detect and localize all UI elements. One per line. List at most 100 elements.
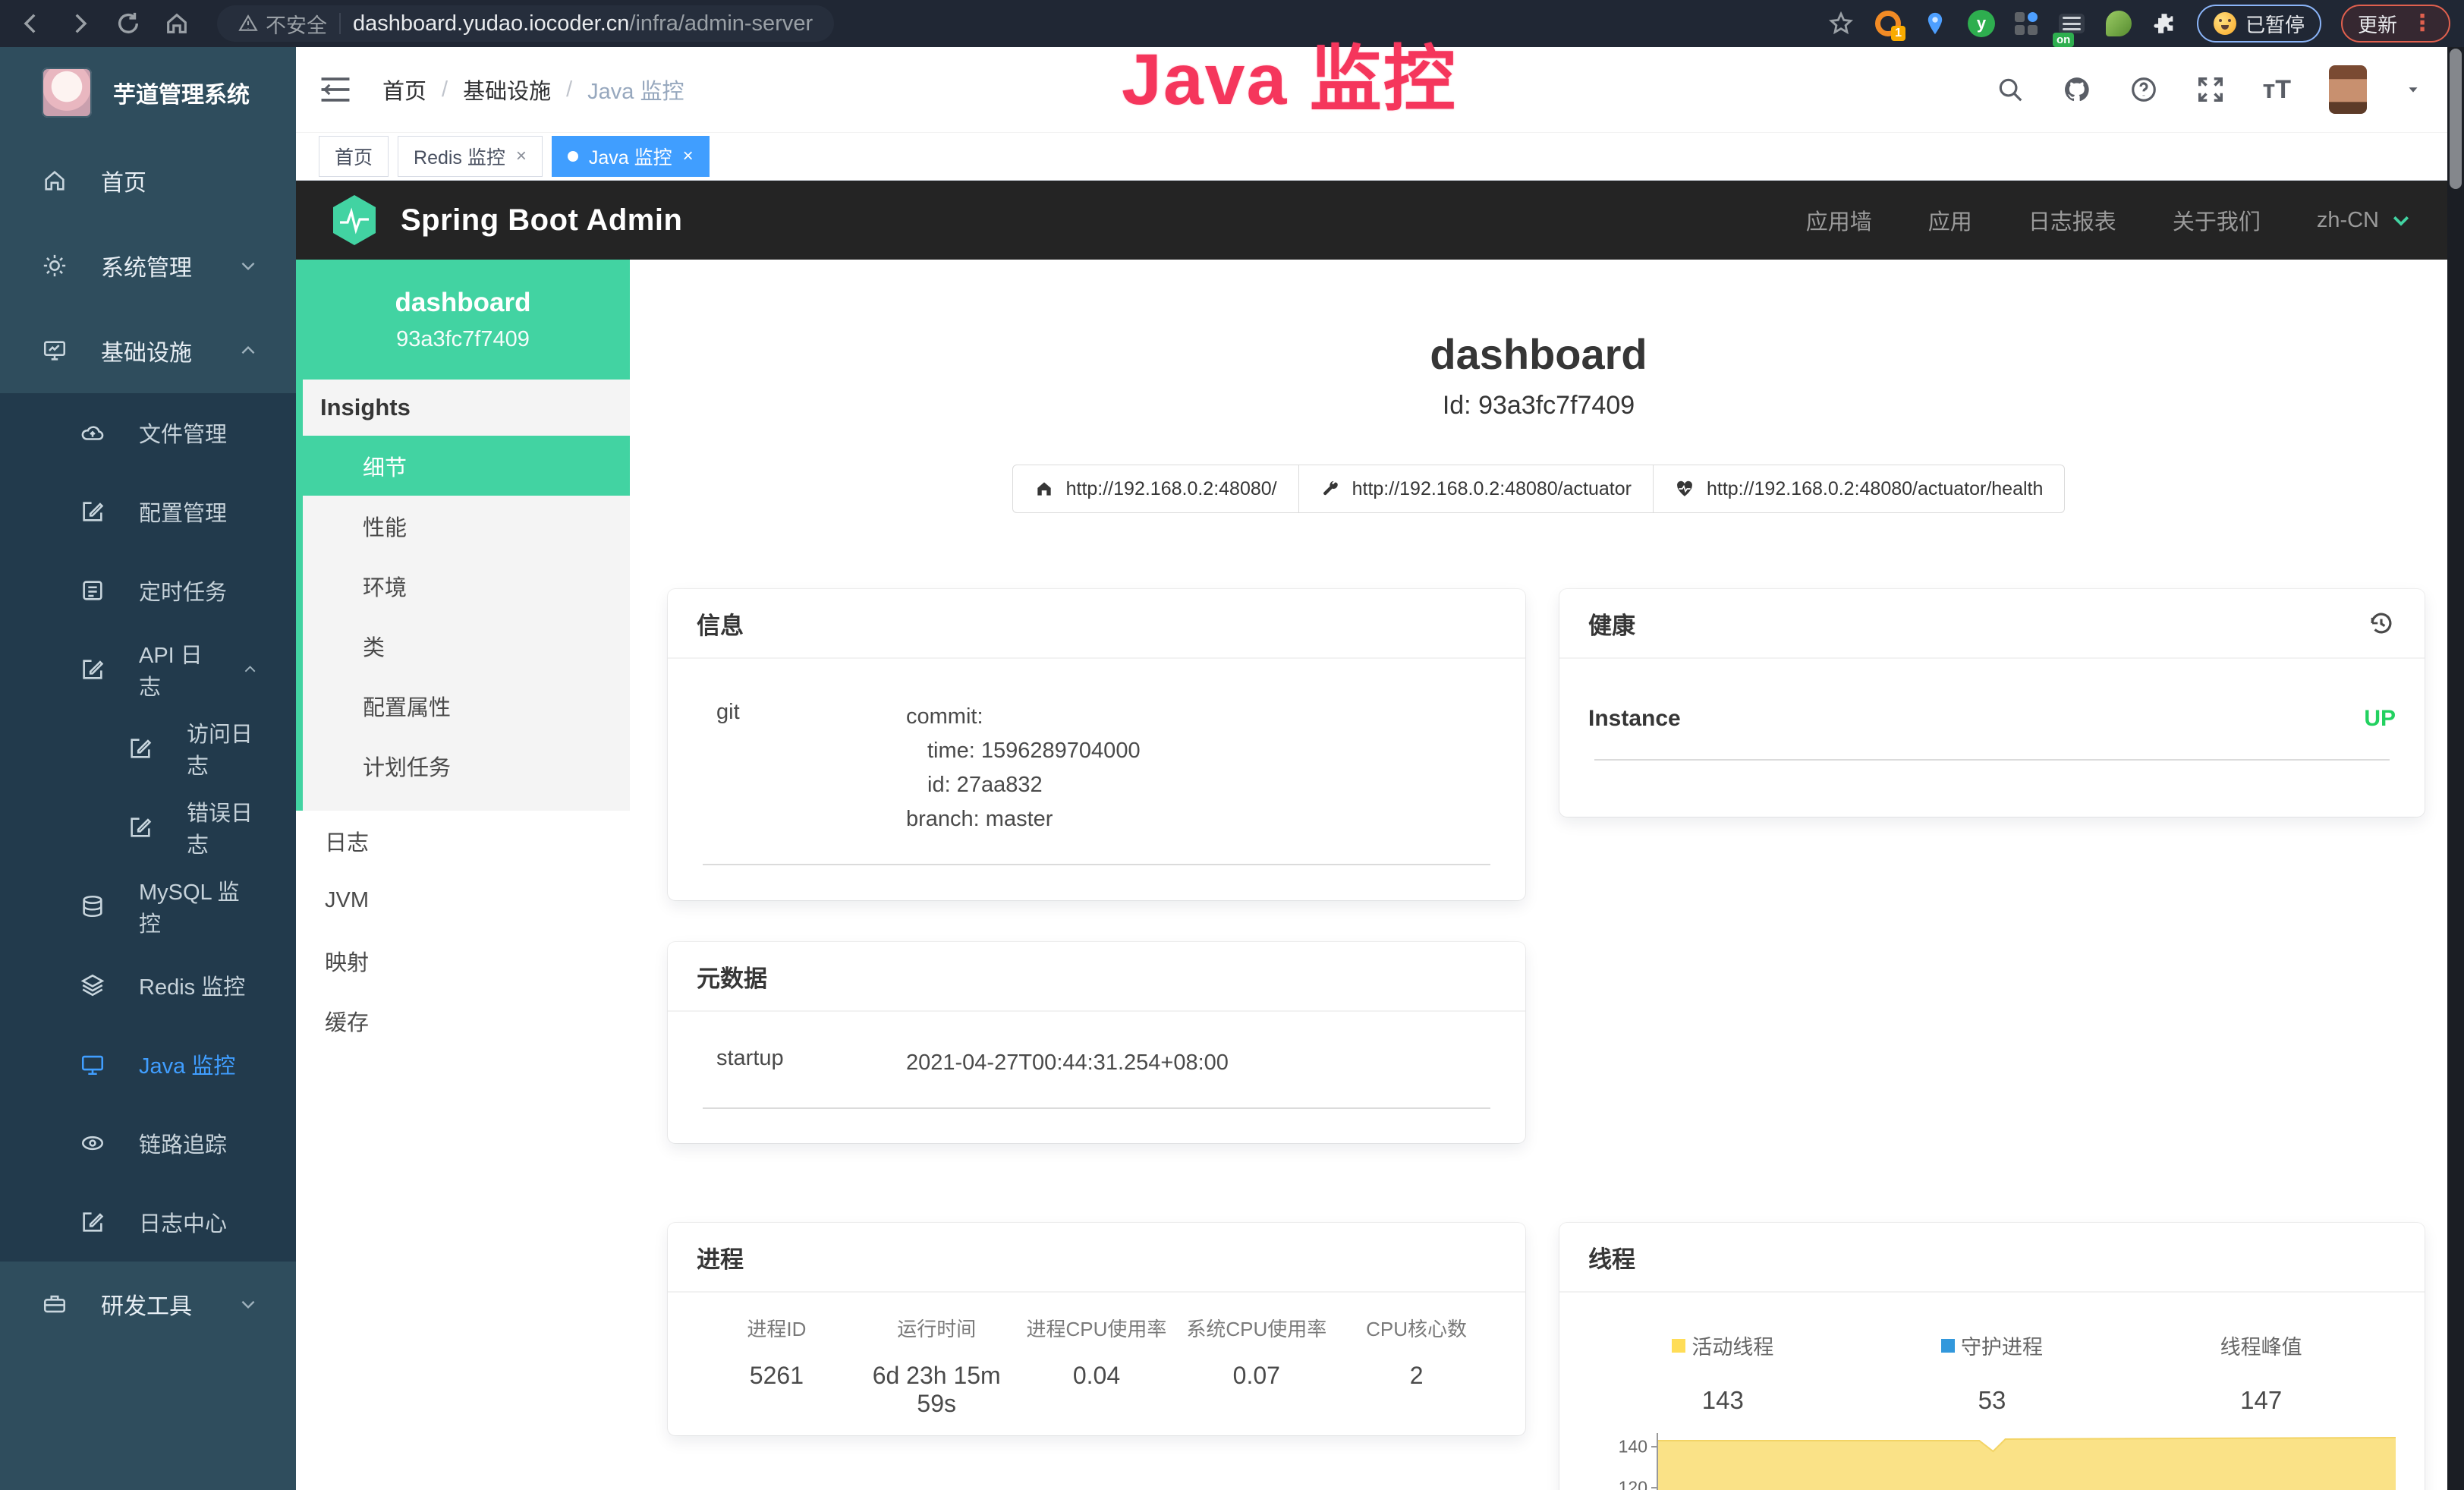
sba-nav-applications[interactable]: 应用 <box>1928 204 1972 236</box>
fullscreen-icon[interactable] <box>2196 75 2225 104</box>
sba-logo-icon[interactable] <box>331 194 378 247</box>
back-icon[interactable] <box>18 11 44 36</box>
edit-square-icon <box>80 657 105 682</box>
chart-y-axis: 140 120 100 <box>1588 1429 1658 1490</box>
font-size-icon[interactable]: тT <box>2263 75 2291 105</box>
actuator-url-link[interactable]: http://192.168.0.2:48080/actuator <box>1299 465 1654 513</box>
paused-badge[interactable]: 已暂停 <box>2197 5 2321 43</box>
sba-menu-scheduled[interactable]: 计划任务 <box>296 736 630 795</box>
breadcrumb-home[interactable]: 首页 <box>382 74 426 106</box>
sidebar-submenu: 文件管理 配置管理 定时任务 API 日志 访问日志 错误日志 <box>0 393 296 1262</box>
health-url-link[interactable]: http://192.168.0.2:48080/actuator/health <box>1654 465 2065 513</box>
sidebar-item-infra[interactable]: 基础设施 <box>0 308 296 393</box>
card-title: 线程 <box>1588 1240 1635 1274</box>
browser-extension-icon[interactable]: on <box>2057 9 2086 38</box>
browser-nav <box>0 11 190 36</box>
sba-menu-environment[interactable]: 环境 <box>296 556 630 616</box>
process-table-values: 5261 6d 23h 15m 59s 0.04 0.07 2 <box>697 1342 1496 1418</box>
sidebar-item-config[interactable]: 配置管理 <box>0 472 296 551</box>
daemon-threads-label: 守护进程 <box>1961 1331 2043 1360</box>
home-icon <box>1034 479 1054 499</box>
process-uptime: 6d 23h 15m 59s <box>857 1362 1017 1418</box>
sidebar-item-access-log[interactable]: 访问日志 <box>0 709 296 788</box>
sidebar-item-trace[interactable]: 链路追踪 <box>0 1104 296 1183</box>
sba-menu-metrics[interactable]: 性能 <box>296 496 630 556</box>
sba-nav-wallboard[interactable]: 应用墙 <box>1806 204 1872 236</box>
browser-extension-icon[interactable]: 1 <box>1874 9 1902 38</box>
home-icon[interactable] <box>164 11 190 36</box>
app-logo <box>42 68 92 118</box>
daemon-threads-value: 53 <box>1858 1386 2127 1415</box>
reload-icon[interactable] <box>115 11 141 36</box>
monitor-icon <box>42 338 68 364</box>
security-label: 不安全 <box>266 9 327 39</box>
tab-java[interactable]: Java 监控× <box>552 136 710 177</box>
sidebar-item-home[interactable]: 首页 <box>0 138 296 223</box>
url-text: dashboard.yudao.iocoder.cn/infra/admin-s… <box>353 11 813 36</box>
address-bar[interactable]: 不安全 dashboard.yudao.iocoder.cn/infra/adm… <box>217 5 834 42</box>
browser-menu-icon[interactable]: ⋮ <box>2411 12 2434 35</box>
chart-area <box>1658 1429 2396 1490</box>
sba-nav-journal[interactable]: 日志报表 <box>2028 204 2116 236</box>
legend-swatch-yellow <box>1672 1339 1685 1353</box>
emoji-face-icon <box>2214 12 2236 35</box>
sidebar-item-mysql[interactable]: MySQL 监控 <box>0 867 296 946</box>
sba-nav-about[interactable]: 关于我们 <box>2173 204 2261 236</box>
browser-extension-icon[interactable]: y <box>1968 10 1995 37</box>
breadcrumb-separator: / <box>442 77 448 102</box>
browser-extension-icon[interactable] <box>2106 11 2132 36</box>
tab-redis[interactable]: Redis 监控× <box>398 136 543 177</box>
home-icon <box>42 168 68 194</box>
gear-icon <box>42 253 68 279</box>
cards-grid: 信息 git commit: time: 1596289704000 id: 2… <box>630 513 2447 1490</box>
sidebar-item-file[interactable]: 文件管理 <box>0 393 296 472</box>
sba-brand[interactable]: Spring Boot Admin <box>401 203 682 238</box>
sba-menu-classes[interactable]: 类 <box>296 616 630 676</box>
history-icon[interactable] <box>2367 609 2396 638</box>
sidebar-item-dev-tools[interactable]: 研发工具 <box>0 1262 296 1347</box>
layers-icon <box>80 972 105 998</box>
breadcrumb-infra[interactable]: 基础设施 <box>463 74 551 106</box>
collapse-menu-icon[interactable] <box>320 77 351 102</box>
sidebar-item-api-log[interactable]: API 日志 <box>0 630 296 709</box>
sba-menu-jvm[interactable]: JVM <box>296 871 630 931</box>
sba-menu-caches[interactable]: 缓存 <box>296 991 630 1051</box>
edit-square-icon <box>80 499 105 524</box>
bookmark-star-icon[interactable] <box>1828 11 1854 36</box>
search-icon[interactable] <box>1996 75 2025 104</box>
sba-menu-mappings[interactable]: 映射 <box>296 931 630 991</box>
card-title: 健康 <box>1588 606 1635 641</box>
threads-chart: 140 120 100 <box>1588 1429 2396 1490</box>
scrollbar-thumb[interactable] <box>2450 49 2462 189</box>
service-url-link[interactable]: http://192.168.0.2:48080/ <box>1012 465 1299 513</box>
forward-icon[interactable] <box>67 11 93 36</box>
sba-menu-details[interactable]: 细节 <box>296 436 630 496</box>
active-threads-label: 活动线程 <box>1691 1331 1773 1360</box>
close-icon[interactable]: × <box>516 147 527 165</box>
sidebar-item-error-log[interactable]: 错误日志 <box>0 788 296 867</box>
sba-main: dashboard Id: 93a3fc7f7409 http://192.16… <box>630 260 2447 1490</box>
sidebar-item-redis[interactable]: Redis 监控 <box>0 946 296 1025</box>
page-scrollbar[interactable] <box>2447 47 2464 1490</box>
sidebar-item-java[interactable]: Java 监控 <box>0 1025 296 1104</box>
instance-name: dashboard <box>395 288 531 318</box>
user-avatar[interactable] <box>2329 65 2367 114</box>
caret-down-icon[interactable] <box>2405 81 2422 98</box>
system-cpu: 0.07 <box>1176 1362 1336 1418</box>
tab-home[interactable]: 首页 <box>319 136 389 177</box>
sba-menu-logs[interactable]: 日志 <box>296 811 630 871</box>
app-logo-row[interactable]: 芋道管理系统 <box>0 47 296 138</box>
sidebar-item-system[interactable]: 系统管理 <box>0 223 296 308</box>
pin-extension-icon[interactable] <box>1922 11 1948 36</box>
sidebar-item-log-center[interactable]: 日志中心 <box>0 1183 296 1262</box>
extensions-puzzle-icon[interactable] <box>2151 11 2177 36</box>
security-chip[interactable]: 不安全 <box>238 9 327 39</box>
help-icon[interactable] <box>2129 75 2158 104</box>
github-icon[interactable] <box>2063 75 2091 104</box>
sba-menu-config-props[interactable]: 配置属性 <box>296 676 630 736</box>
update-button[interactable]: 更新 ⋮ <box>2341 5 2450 43</box>
sidebar-item-job[interactable]: 定时任务 <box>0 551 296 630</box>
browser-extension-icon[interactable] <box>2015 12 2038 35</box>
close-icon[interactable]: × <box>683 147 694 165</box>
sba-language-select[interactable]: zh-CN <box>2317 208 2412 233</box>
